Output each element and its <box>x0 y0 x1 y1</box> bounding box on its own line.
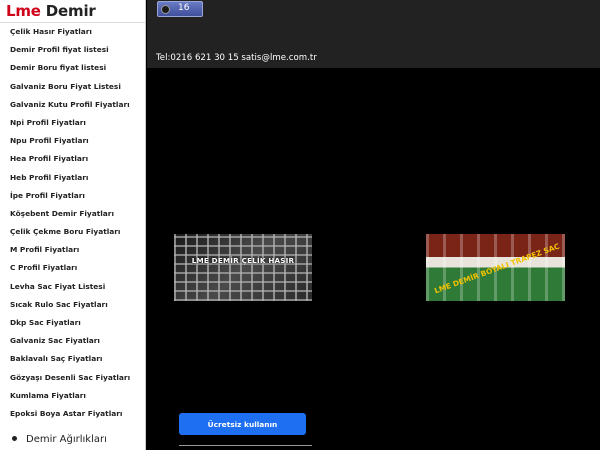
contact-info: Tel:0216 621 30 15 satis@lme.com.tr <box>156 53 317 63</box>
sidebar-item[interactable]: Galvaniz Kutu Profil Fiyatları <box>0 96 145 114</box>
sidebar-item-label: Demir Ağırlıkları <box>26 434 107 445</box>
sidebar-item[interactable]: Köşebent Demir Fiyatları <box>0 205 145 223</box>
sidebar-item[interactable]: Galvaniz Boru Fiyat Listesi <box>0 78 145 96</box>
sidebar-menu: Çelik Hasır Fiyatları Demir Profil fiyat … <box>0 23 145 423</box>
sidebar-item[interactable]: Hea Profil Fiyatları <box>0 150 145 168</box>
sidebar-item[interactable]: M Profil Fiyatları <box>0 241 145 259</box>
sidebar-item[interactable]: Dkp Sac Fiyatları <box>0 314 145 332</box>
sidebar-item[interactable]: Demir Profil fiyat listesi <box>0 41 145 59</box>
sidebar-item[interactable]: Galvaniz Sac Fiyatları <box>0 332 145 350</box>
sidebar-item[interactable]: Kumlama Fiyatları <box>0 387 145 405</box>
site-logo[interactable]: Lme Demir <box>6 2 96 22</box>
celik-hasir-image[interactable]: LME DEMİR ÇELİK HASIR <box>174 234 312 301</box>
visitor-counter-badge[interactable]: 16 <box>157 1 203 17</box>
sidebar: Lme Demir Çelik Hasır Fiyatları Demir Pro… <box>0 0 146 450</box>
sidebar-item[interactable]: Npu Profil Fiyatları <box>0 132 145 150</box>
bullet-icon <box>12 435 17 441</box>
sidebar-item[interactable]: İpe Profil Fiyatları <box>0 187 145 205</box>
sidebar-item[interactable]: Sıcak Rulo Sac Fiyatları <box>0 296 145 314</box>
sidebar-item-demir-agirliklari[interactable]: Demir Ağırlıkları <box>12 434 107 445</box>
trapez-sac-image[interactable]: LME DEMİR BOYALI TRAPEZ SAC <box>426 234 565 301</box>
sidebar-item[interactable]: Gözyaşı Desenli Sac Fiyatları <box>0 369 145 387</box>
counter-value: 16 <box>178 3 190 13</box>
sidebar-item[interactable]: Baklavalı Saç Fiyatları <box>0 350 145 368</box>
image-caption: LME DEMİR ÇELİK HASIR <box>191 256 295 265</box>
image-caption: LME DEMİR BOYALI TRAPEZ SAC <box>433 241 561 296</box>
sidebar-item[interactable]: Epoksi Boya Astar Fiyatları <box>0 405 145 423</box>
sidebar-item[interactable]: Çelik Çekme Boru Fiyatları <box>0 223 145 241</box>
sidebar-item[interactable]: Npi Profil Fiyatları <box>0 114 145 132</box>
sidebar-item[interactable]: Demir Boru fiyat listesi <box>0 59 145 77</box>
logo-lme: Lme <box>6 2 41 20</box>
logo-demir: Demir <box>45 2 96 20</box>
counter-icon <box>161 5 170 14</box>
sidebar-item[interactable]: Heb Profil Fiyatları <box>0 169 145 187</box>
sidebar-item[interactable]: Levha Sac Fiyat Listesi <box>0 278 145 296</box>
divider <box>179 445 312 446</box>
sidebar-item[interactable]: Çelik Hasır Fiyatları <box>0 23 145 41</box>
free-use-button[interactable]: Ücretsiz kullanın <box>179 413 306 435</box>
sidebar-item[interactable]: C Profil Fiyatları <box>0 259 145 277</box>
